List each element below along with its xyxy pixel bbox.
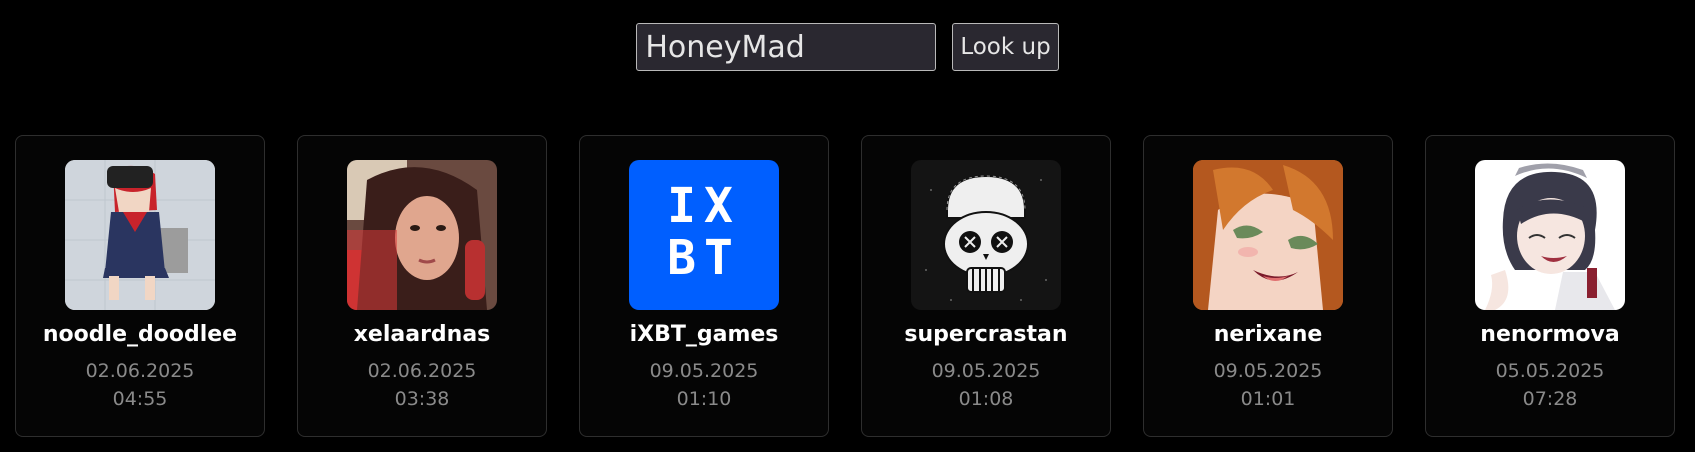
username-search-input[interactable] bbox=[636, 23, 937, 71]
date: 09.05.2025 bbox=[1213, 360, 1323, 382]
user-cards-list: noodle_doodlee 02.06.2025 04:55 xelaardn… bbox=[15, 135, 1675, 437]
user-card[interactable]: nenormova 05.05.2025 07:28 bbox=[1425, 135, 1675, 437]
username: nenormova bbox=[1480, 322, 1620, 347]
search-bar: Look up bbox=[0, 23, 1695, 71]
date: 09.05.2025 bbox=[649, 360, 759, 382]
time: 04:55 bbox=[112, 388, 168, 410]
time: 01:01 bbox=[1240, 388, 1296, 410]
username: iXBT_games bbox=[629, 322, 779, 347]
date: 02.06.2025 bbox=[85, 360, 195, 382]
ixbt-logo-text-bottom: BT bbox=[667, 230, 741, 286]
username: nerixane bbox=[1213, 322, 1323, 347]
ixbt-logo-text-top: IX bbox=[667, 178, 741, 234]
user-card[interactable]: IX BT iXBT_games 09.05.2025 01:10 bbox=[579, 135, 829, 437]
ixbt-logo-avatar: IX BT bbox=[629, 160, 779, 310]
time: 01:08 bbox=[958, 388, 1014, 410]
username: xelaardnas bbox=[353, 322, 491, 347]
time: 03:38 bbox=[394, 388, 450, 410]
skull-cap-avatar bbox=[911, 160, 1061, 310]
user-card[interactable]: xelaardnas 02.06.2025 03:38 bbox=[297, 135, 547, 437]
time: 01:10 bbox=[676, 388, 732, 410]
date: 09.05.2025 bbox=[931, 360, 1041, 382]
user-card[interactable]: noodle_doodlee 02.06.2025 04:55 bbox=[15, 135, 265, 437]
user-card[interactable]: supercrastan 09.05.2025 01:08 bbox=[861, 135, 1111, 437]
user-card[interactable]: nerixane 09.05.2025 01:01 bbox=[1143, 135, 1393, 437]
anime-redhead-avatar bbox=[1193, 160, 1343, 310]
date: 02.06.2025 bbox=[367, 360, 477, 382]
look-up-button[interactable]: Look up bbox=[952, 23, 1059, 71]
username: noodle_doodlee bbox=[42, 322, 238, 347]
anime-dark-hair-avatar bbox=[1475, 160, 1625, 310]
woman-photo-avatar bbox=[347, 160, 497, 310]
time: 07:28 bbox=[1522, 388, 1578, 410]
anime-girl-vr-headset-avatar bbox=[65, 160, 215, 310]
date: 05.05.2025 bbox=[1495, 360, 1605, 382]
username: supercrastan bbox=[904, 322, 1068, 347]
